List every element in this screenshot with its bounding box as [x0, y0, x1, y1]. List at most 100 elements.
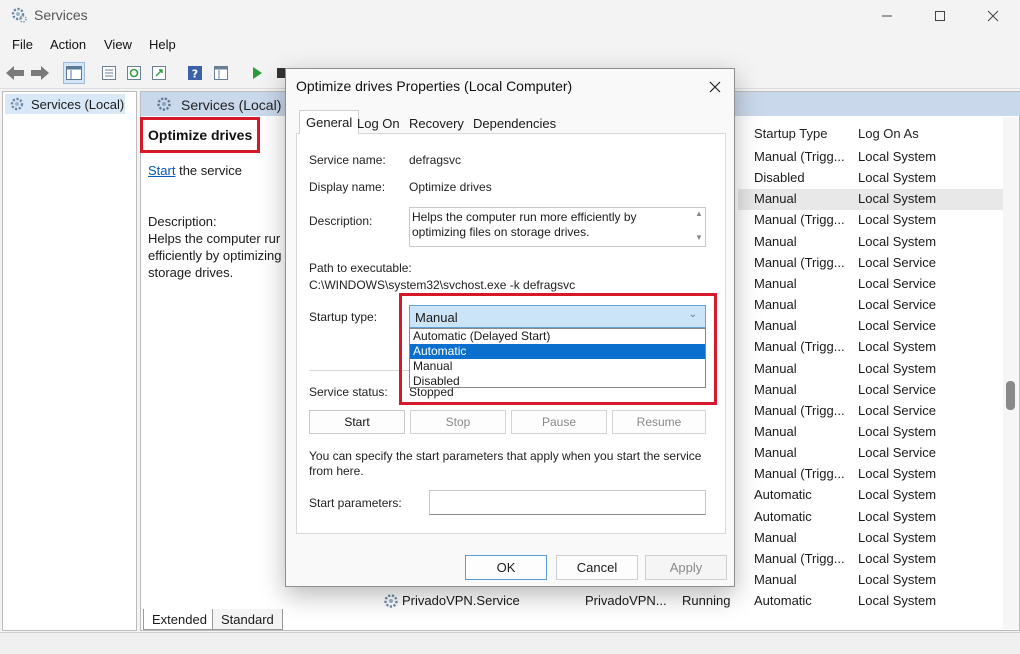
table-row[interactable]: Manual Local System [738, 422, 1003, 443]
log-on-as-cell: Local System [858, 593, 937, 608]
startup-type-cell: Manual [754, 381, 797, 397]
tab-extended[interactable]: Extended [143, 609, 216, 630]
stop-button[interactable]: Stop [410, 410, 506, 434]
menu-action[interactable]: Action [50, 37, 86, 52]
back-button[interactable] [4, 62, 26, 84]
tree-item-services-local[interactable]: Services (Local) [5, 94, 125, 114]
column-header-log-on-as[interactable]: Log On As [858, 126, 919, 141]
service-status-label: Service status: [309, 385, 388, 399]
status-bar [0, 632, 1020, 654]
log-on-as-cell: Local Service [858, 254, 937, 270]
log-on-as-cell: Local System [858, 508, 937, 524]
help-button[interactable]: ? [184, 62, 206, 84]
table-row[interactable]: Manual (Trigg... Local System [738, 210, 1003, 231]
scrollbar-thumb[interactable] [1006, 381, 1015, 410]
startup-type-cell: Manual [754, 529, 797, 545]
export-list-button[interactable] [148, 62, 170, 84]
services-gear-icon [157, 97, 171, 111]
description-label: Description: [309, 214, 373, 228]
dialog-title: Optimize drives Properties (Local Comput… [296, 78, 573, 94]
cancel-button[interactable]: Cancel [556, 555, 638, 580]
show-hide-tree-button[interactable] [63, 62, 85, 84]
startup-type-label: Startup type: [309, 310, 378, 324]
start-service-link[interactable]: Start [148, 163, 175, 178]
startup-type-cell: Manual [754, 297, 797, 313]
display-name-label: Display name: [309, 180, 386, 194]
console-view-button[interactable] [210, 62, 232, 84]
table-row[interactable]: Manual (Trigg... Local System [738, 464, 1003, 485]
startup-type-cell: Manual (Trigg... [754, 466, 845, 482]
log-on-as-cell: Local System [858, 233, 937, 249]
startup-type-cell: Manual [754, 360, 797, 376]
dialog-tabs: General Log On Recovery Dependencies [296, 110, 726, 135]
column-header-startup-type[interactable]: Startup Type [754, 126, 827, 141]
dialog-close-button[interactable] [703, 75, 727, 99]
log-on-as-cell: Local System [858, 212, 937, 228]
table-row[interactable]: Disabled Local System [738, 168, 1003, 189]
properties-icon [102, 66, 116, 80]
ok-button[interactable]: OK [465, 555, 547, 580]
maximize-button[interactable] [917, 0, 963, 31]
log-on-as-cell: Local System [858, 487, 937, 503]
table-row[interactable]: Manual Local System [738, 528, 1003, 549]
table-row[interactable]: PrivadoVPN.Service PrivadoVPN... Running… [380, 593, 1000, 611]
table-row[interactable]: Manual Local Service [738, 443, 1003, 464]
properties-view-button[interactable] [98, 62, 120, 84]
log-on-as-cell: Local System [858, 170, 937, 186]
table-row[interactable]: Manual (Trigg... Local System [738, 147, 1003, 168]
vertical-scrollbar[interactable] [1003, 117, 1019, 629]
minimize-button[interactable] [864, 0, 910, 31]
start-params-label: Start parameters: [309, 496, 402, 510]
table-row[interactable]: Automatic Local System [738, 485, 1003, 506]
log-on-as-cell: Local Service [858, 275, 937, 291]
services-gear-icon [384, 594, 398, 608]
close-button[interactable] [970, 0, 1016, 31]
menu-help[interactable]: Help [149, 37, 176, 52]
tab-dependencies[interactable]: Dependencies [467, 112, 562, 134]
scroll-up-icon[interactable]: ▲ [693, 209, 705, 221]
table-row[interactable]: Manual Local Service [738, 316, 1003, 337]
start-params-input[interactable] [429, 490, 706, 515]
tab-standard[interactable]: Standard [212, 609, 283, 630]
window-title: Services [34, 7, 88, 23]
scroll-down-icon[interactable]: ▼ [693, 233, 705, 245]
view-tabs: Extended Standard [140, 609, 440, 631]
description-box[interactable]: Helps the computer run more efficiently … [409, 207, 706, 247]
title-bar: Services [0, 0, 1020, 31]
table-row[interactable]: Manual (Trigg... Local Service [738, 401, 1003, 422]
startup-type-cell: Manual (Trigg... [754, 254, 845, 270]
apply-button[interactable]: Apply [645, 555, 727, 580]
menu-file[interactable]: File [12, 37, 33, 52]
back-arrow-icon [6, 66, 24, 80]
table-row[interactable]: Manual Local Service [738, 295, 1003, 316]
table-row[interactable]: Manual Local System [738, 359, 1003, 380]
close-icon [709, 81, 721, 93]
log-on-as-cell: Local System [858, 572, 937, 587]
table-row[interactable]: Manual (Trigg... Local Service [738, 253, 1003, 274]
table-row[interactable]: Manual Local Service [738, 274, 1003, 295]
selected-service-highlight: Optimize drives [140, 117, 260, 153]
service-name-label: Service name: [309, 153, 386, 167]
table-row[interactable]: Automatic Local System [738, 507, 1003, 528]
minimize-icon [882, 15, 892, 16]
start-button[interactable]: Start [309, 410, 405, 434]
service-status-cell: Running [682, 593, 731, 608]
description-value: Helps the computer run more efficiently … [412, 210, 637, 239]
start-service-button[interactable] [246, 62, 268, 84]
table-row[interactable]: Manual Local System [738, 232, 1003, 253]
table-row[interactable]: Manual Local System [738, 189, 1003, 211]
table-row[interactable]: Manual Local Service [738, 380, 1003, 401]
table-row[interactable]: Manual (Trigg... Local System [738, 549, 1003, 570]
startup-type-cell: Manual (Trigg... [754, 550, 845, 566]
resume-button[interactable]: Resume [612, 410, 706, 434]
table-row[interactable]: Manual (Trigg... Local System [738, 337, 1003, 358]
menu-view[interactable]: View [104, 37, 132, 52]
pause-button[interactable]: Pause [511, 410, 607, 434]
refresh-button[interactable] [123, 62, 145, 84]
tab-log-on[interactable]: Log On [351, 112, 406, 134]
startup-type-cell: Disabled [754, 170, 805, 186]
forward-button[interactable] [29, 62, 51, 84]
tab-recovery[interactable]: Recovery [403, 112, 470, 134]
services-gear-icon [11, 7, 27, 23]
table-row[interactable]: Manual Local System [738, 570, 1003, 591]
